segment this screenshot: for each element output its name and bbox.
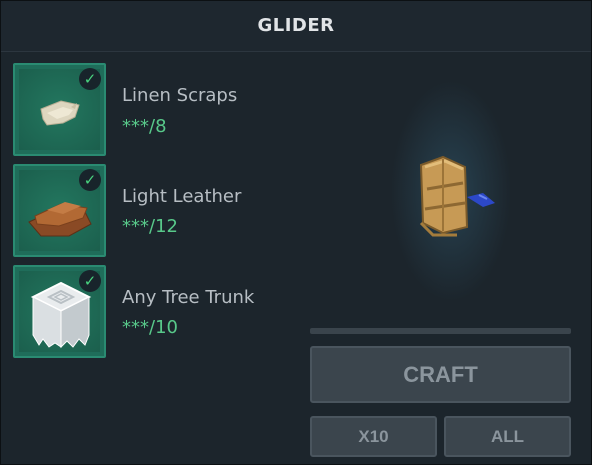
craft-button[interactable]: CRAFT [310, 346, 571, 403]
linen-scraps-icon [40, 100, 80, 126]
ingredient-name: Linen Scraps [122, 85, 238, 106]
item-preview [301, 61, 581, 321]
ingredient-slot-light-leather[interactable]: ✓ [13, 164, 106, 257]
ingredient-quantity: ***/12 [122, 216, 178, 237]
check-icon: ✓ [79, 68, 101, 90]
recipe-title: GLIDER [257, 15, 335, 36]
ingredient-quantity: ***/10 [122, 317, 178, 338]
crafting-panel: GLIDER ✓ Linen Scraps ***/8 ✓ Light Leat… [0, 0, 592, 465]
ingredient-name: Any Tree Trunk [122, 287, 255, 308]
ingredient-quantity: ***/8 [122, 116, 167, 137]
ingredient-slot-linen-scraps[interactable]: ✓ [13, 63, 106, 156]
light-leather-icon [28, 202, 92, 237]
panel-header: GLIDER [1, 1, 591, 52]
ingredient-name: Light Leather [122, 186, 242, 207]
check-icon: ✓ [79, 270, 101, 292]
glider-icon [419, 155, 495, 237]
craft-all-button[interactable]: ALL [444, 416, 571, 457]
check-icon: ✓ [79, 169, 101, 191]
ingredient-slot-tree-trunk[interactable]: ✓ [13, 265, 106, 358]
craft-x10-button[interactable]: X10 [310, 416, 437, 457]
crafting-progress-bar [310, 328, 571, 334]
